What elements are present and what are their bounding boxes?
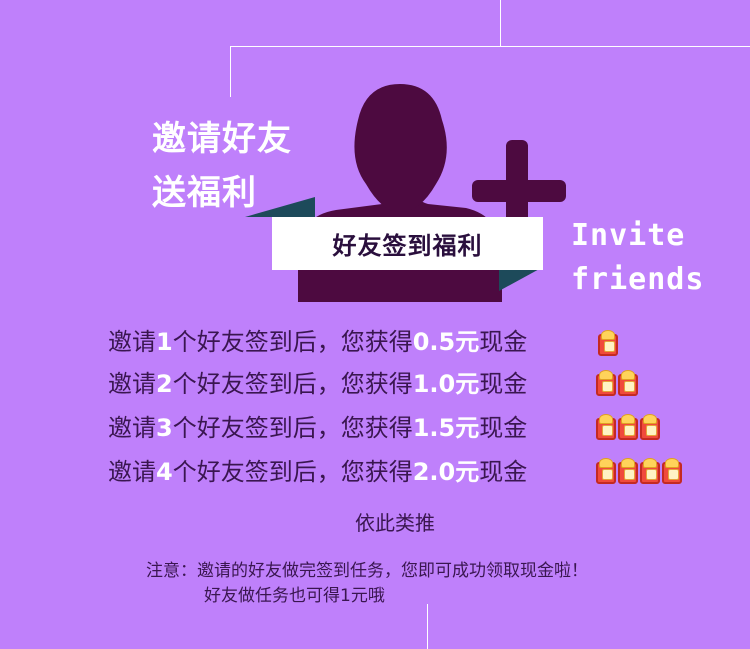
envelope-seal xyxy=(646,425,657,436)
envelope-seal xyxy=(604,341,615,352)
rule-suffix: 现金 xyxy=(479,370,528,398)
hero-title: 邀请好友 送福利 xyxy=(152,112,292,220)
red-envelope-group xyxy=(596,458,684,484)
banner-fold-right xyxy=(499,267,543,291)
rule-middle: 个好友签到后，您获得 xyxy=(172,328,413,356)
rule-item: 邀请2个好友签到后，您获得1.0元现金 xyxy=(108,364,527,404)
red-envelope-icon xyxy=(598,330,618,356)
rule-count: 3 xyxy=(156,414,173,442)
etc-text: 依此类推 xyxy=(355,511,435,535)
deco-line-bottom-vertical xyxy=(427,604,428,649)
note-line2: 好友做任务也可得1元哦 xyxy=(204,586,385,606)
note-line1: 注意：邀请的好友做完签到任务，您即可成功领取现金啦！ xyxy=(146,561,588,581)
red-envelope-icon xyxy=(596,370,616,396)
invite-text-line2: friends xyxy=(571,262,705,297)
rule-suffix: 现金 xyxy=(479,328,528,356)
invite-friends-text: Invite friends xyxy=(571,214,704,302)
red-envelope-group xyxy=(598,330,620,356)
red-envelope-icon xyxy=(640,458,660,484)
deco-line-top-horizontal xyxy=(230,46,750,47)
rule-prefix: 邀请 xyxy=(108,458,156,486)
rule-middle: 个好友签到后，您获得 xyxy=(172,370,413,398)
red-envelope-icon xyxy=(596,458,616,484)
hero-title-line2: 送福利 xyxy=(152,173,257,213)
deco-line-top-left-vertical xyxy=(230,46,231,97)
banner-label: 好友签到福利 xyxy=(332,232,483,260)
rule-middle: 个好友签到后，您获得 xyxy=(172,414,413,442)
rule-item: 邀请1个好友签到后，您获得0.5元现金 xyxy=(108,322,527,362)
rule-count: 4 xyxy=(156,458,173,486)
rule-amount: 0.5元 xyxy=(412,328,480,356)
red-envelope-icon xyxy=(618,414,638,440)
red-envelope-icon xyxy=(640,414,660,440)
envelope-seal xyxy=(602,425,613,436)
hero-title-line1: 邀请好友 xyxy=(152,119,292,159)
red-envelope-icon xyxy=(618,370,638,396)
banner: 好友签到福利 xyxy=(272,217,543,270)
rule-prefix: 邀请 xyxy=(108,414,156,442)
red-envelope-icon xyxy=(662,458,682,484)
rule-prefix: 邀请 xyxy=(108,370,156,398)
red-envelope-icon xyxy=(618,458,638,484)
envelope-seal xyxy=(602,469,613,480)
rule-suffix: 现金 xyxy=(479,458,528,486)
rule-count: 2 xyxy=(156,370,173,398)
envelope-seal xyxy=(602,381,613,392)
rule-prefix: 邀请 xyxy=(108,328,156,356)
envelope-seal xyxy=(624,381,635,392)
invite-text-line1: Invite xyxy=(571,218,686,253)
deco-line-top-right-vertical xyxy=(500,0,501,47)
rule-item: 邀请3个好友签到后，您获得1.5元现金 xyxy=(108,408,527,448)
envelope-seal xyxy=(624,425,635,436)
envelope-seal xyxy=(668,469,679,480)
rule-count: 1 xyxy=(156,328,173,356)
red-envelope-group xyxy=(596,370,640,396)
red-envelope-icon xyxy=(596,414,616,440)
envelope-seal xyxy=(646,469,657,480)
rule-amount: 1.5元 xyxy=(412,414,480,442)
rule-middle: 个好友签到后，您获得 xyxy=(172,458,413,486)
rule-amount: 1.0元 xyxy=(412,370,480,398)
rule-amount: 2.0元 xyxy=(412,458,480,486)
rule-item: 邀请4个好友签到后，您获得2.0元现金 xyxy=(108,452,527,492)
rule-suffix: 现金 xyxy=(479,414,528,442)
envelope-seal xyxy=(624,469,635,480)
red-envelope-group xyxy=(596,414,662,440)
